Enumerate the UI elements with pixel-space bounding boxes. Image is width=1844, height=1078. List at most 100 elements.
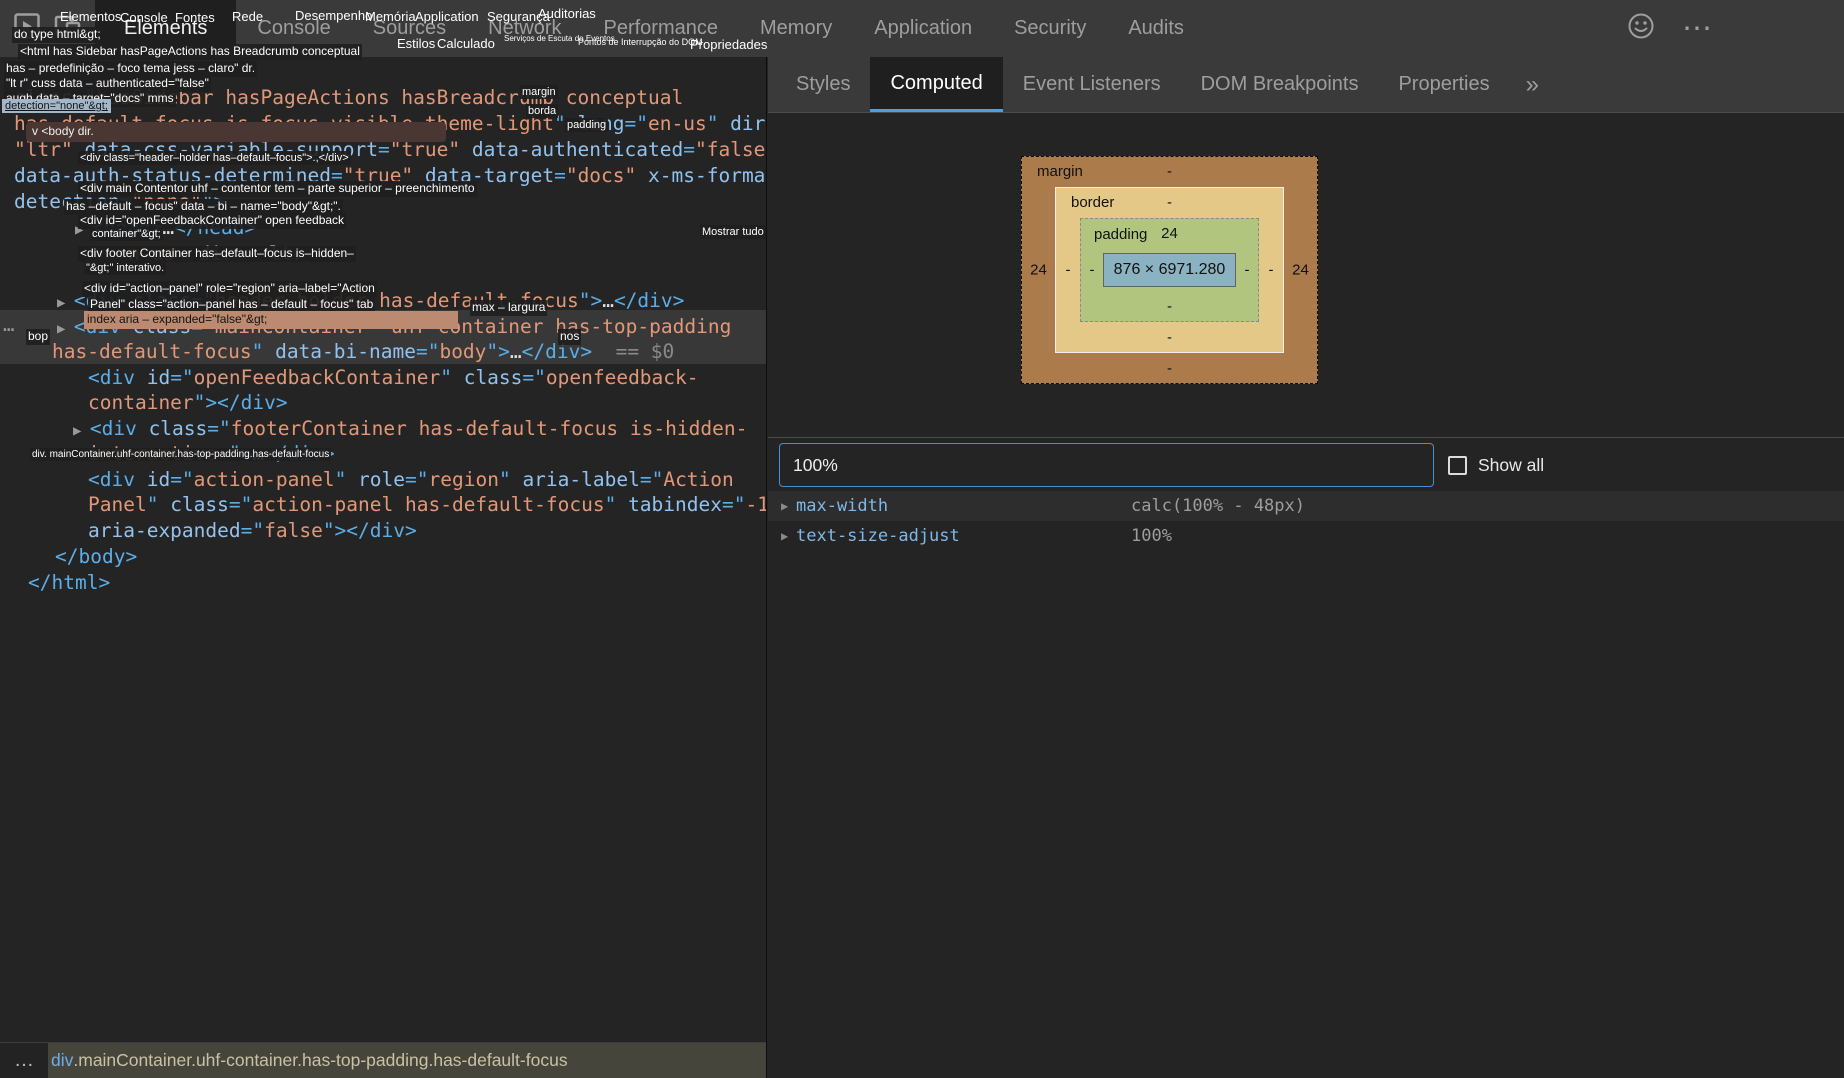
devtools-tab-console[interactable]: Console xyxy=(236,0,351,57)
padding-left-value[interactable]: - xyxy=(1081,262,1103,279)
code-token-punc: " xyxy=(605,493,628,516)
dom-node[interactable]: n-us dir= ltr > xyxy=(128,241,339,267)
border-top-value[interactable]: - xyxy=(1167,194,1172,211)
code-token-tag: "> xyxy=(229,442,252,465)
computed-filter-input[interactable] xyxy=(779,443,1434,487)
devtools-tab-memory[interactable]: Memory xyxy=(739,0,853,57)
breadcrumb-overflow-button[interactable]: … xyxy=(0,1043,48,1078)
code-token-tag: <div xyxy=(90,417,149,440)
code-token-ell: … xyxy=(162,216,174,239)
margin-bottom-value[interactable]: - xyxy=(1167,360,1172,377)
devtools-tab-application[interactable]: Application xyxy=(853,0,993,57)
dom-node[interactable]: container"></div> xyxy=(88,390,288,416)
computed-property-row[interactable]: ▶max-widthcalc(100% - 48px) xyxy=(768,491,1844,521)
devtools-tab-performance[interactable]: Performance xyxy=(583,0,740,57)
code-token-tag: "> xyxy=(194,391,217,414)
code-token-meta: dir= xyxy=(198,242,245,265)
dom-node[interactable]: Panel" class="action-panel has-default-f… xyxy=(88,492,766,518)
sidebar-tab-computed[interactable]: Computed xyxy=(870,57,1002,112)
dom-node[interactable]: class="hasSidebar hasPageActions hasBrea… xyxy=(14,85,683,111)
computed-property-row[interactable]: ▶text-size-adjust100% xyxy=(768,521,1844,551)
more-options-icon[interactable]: ⋯ xyxy=(1682,14,1712,44)
breadcrumb-item-selected[interactable]: div.mainContainer.uhf-container.has-top-… xyxy=(48,1043,766,1078)
code-token-attr: id xyxy=(147,468,170,491)
dom-node[interactable]: <div id="openFeedbackContainer" class="o… xyxy=(88,365,699,391)
code-token-meta: == $0 xyxy=(592,340,674,363)
show-all-control: Show all xyxy=(1448,443,1544,487)
code-token-attr: data-bi-name xyxy=(275,340,416,363)
box-model-margin[interactable]: margin - 24 24 - border - - - - padding … xyxy=(1021,156,1318,384)
code-token-punc: =" xyxy=(625,112,648,135)
code-token-tag: </div> xyxy=(264,442,334,465)
margin-left-value[interactable]: 24 xyxy=(1022,262,1055,279)
code-token-attr: lang xyxy=(578,112,625,135)
devtools-tab-network[interactable]: Network xyxy=(467,0,582,57)
expand-arrow-icon[interactable]: ▶ xyxy=(57,295,74,311)
sidebar-tabs-overflow-icon[interactable]: » xyxy=(1510,57,1555,112)
box-model-border[interactable]: border - - - - padding 24 - - - 876 × 69… xyxy=(1055,187,1284,353)
devtools-tab-sources[interactable]: Sources xyxy=(352,0,467,57)
margin-right-value[interactable]: 24 xyxy=(1284,262,1317,279)
dom-node-selected[interactable]: ▶ <div class="mainContainer uhf-containe… xyxy=(57,314,731,340)
inspect-element-icon[interactable] xyxy=(13,12,41,45)
dom-node[interactable]: ▶ <head>…</head> xyxy=(75,215,256,241)
code-token-punc: =" xyxy=(73,86,96,109)
code-token-val: -1 xyxy=(745,493,766,516)
border-bottom-value[interactable]: - xyxy=(1167,329,1172,346)
section-divider xyxy=(768,437,1844,438)
border-left-value[interactable]: - xyxy=(1056,262,1080,279)
code-token-val: mainContainer uhf-container has-top-padd… xyxy=(215,315,732,338)
dom-node[interactable]: </html> xyxy=(28,570,110,596)
property-value: 100% xyxy=(1131,526,1172,546)
feedback-smiley-icon[interactable] xyxy=(1626,11,1656,46)
code-token-val: openfeedback- xyxy=(546,366,699,389)
code-token-punc: " xyxy=(252,340,275,363)
dom-node[interactable]: "ltr" data-css-variable-support="true" d… xyxy=(14,137,766,163)
devtools-tab-audits[interactable]: Audits xyxy=(1107,0,1205,57)
dom-node-selected[interactable]: has-default-focus" data-bi-name="body">…… xyxy=(52,339,674,365)
code-token-plain xyxy=(175,242,198,265)
dom-tree[interactable]: … class="hasSidebar hasPageActions hasBr… xyxy=(0,57,766,1042)
code-token-punc: = xyxy=(331,164,343,187)
padding-right-value[interactable]: - xyxy=(1236,262,1258,279)
dom-node[interactable]: ▶ <div class="footerContainer has-defaul… xyxy=(73,416,747,442)
sidebar-tab-properties[interactable]: Properties xyxy=(1378,57,1509,112)
dom-node[interactable]: has-default-focus js-focus-visible theme… xyxy=(14,111,766,137)
sidebar-tab-styles[interactable]: Styles xyxy=(776,57,870,112)
code-token-attr: dir xyxy=(730,112,765,135)
code-token-attr: data-css-variable-support xyxy=(73,138,378,161)
breadcrumb: … div.mainContainer.uhf-container.has-to… xyxy=(0,1042,766,1078)
code-token-meta: ltr xyxy=(269,242,304,265)
device-toolbar-icon[interactable] xyxy=(54,12,82,45)
expand-arrow-icon[interactable]: ▶ xyxy=(75,222,92,238)
show-all-checkbox[interactable] xyxy=(1448,456,1467,475)
box-model-padding[interactable]: padding 24 - - - 876 × 6971.280 xyxy=(1080,218,1259,322)
box-model-content[interactable]: 876 × 6971.280 xyxy=(1103,253,1236,287)
padding-bottom-value[interactable]: - xyxy=(1167,298,1172,315)
dom-node[interactable]: ▶ <div class="header-holder has-default-… xyxy=(57,288,684,314)
sidebar-tab-dom-breakpoints[interactable]: DOM Breakpoints xyxy=(1181,57,1379,112)
dom-node[interactable]: </body> xyxy=(55,544,137,570)
dom-node[interactable]: <div id="action-panel" role="region" ari… xyxy=(88,467,734,493)
devtools-tab-security[interactable]: Security xyxy=(993,0,1107,57)
dom-node[interactable]: data-auth-status-determined="true" data-… xyxy=(14,163,766,189)
border-right-value[interactable]: - xyxy=(1259,262,1283,279)
code-token-punc: " xyxy=(335,468,358,491)
code-token-val: "true" xyxy=(343,164,413,187)
expand-arrow-icon[interactable]: ▶ xyxy=(73,423,90,439)
code-token-attr: aria-expanded xyxy=(88,519,241,542)
code-token-tag: </div> xyxy=(217,391,287,414)
code-token-attr: class xyxy=(133,289,192,312)
expand-arrow-icon[interactable]: ▶ xyxy=(57,321,74,337)
dom-node[interactable]: detection="none""> xyxy=(14,189,225,215)
property-expand-arrow-icon[interactable]: ▶ xyxy=(781,499,796,513)
margin-top-value[interactable]: - xyxy=(1167,163,1172,180)
dom-node[interactable]: aria-expanded="false"></div> xyxy=(88,518,417,544)
devtools-tab-elements[interactable]: Elements xyxy=(95,0,236,57)
dom-node[interactable]: interactive ">…</div> xyxy=(88,441,335,467)
padding-top-value[interactable]: 24 xyxy=(1161,225,1178,242)
code-token-attr: class xyxy=(14,86,73,109)
code-token-tag: <div xyxy=(88,366,147,389)
property-expand-arrow-icon[interactable]: ▶ xyxy=(781,529,796,543)
sidebar-tab-event-listeners[interactable]: Event Listeners xyxy=(1003,57,1181,112)
